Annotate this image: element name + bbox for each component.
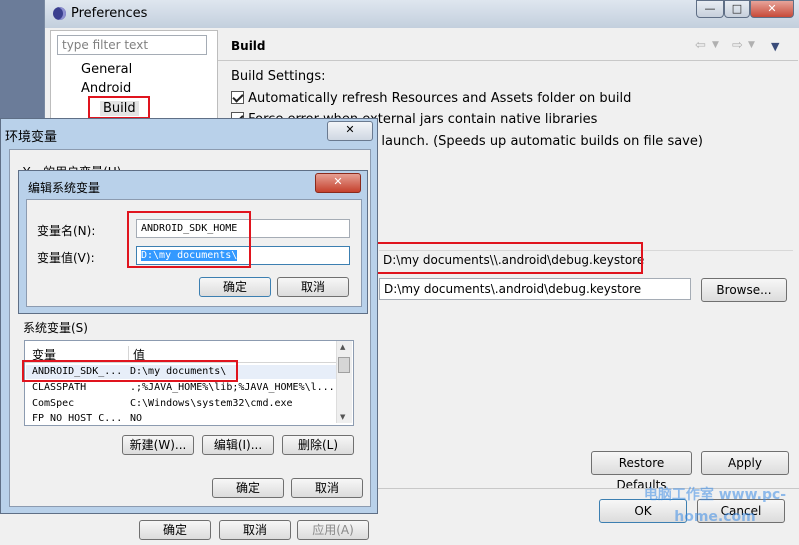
view-menu-icon[interactable]: ▼	[771, 40, 779, 53]
env-dialog-title: 环境变量	[5, 130, 58, 145]
custom-keystore-value: D:\my documents\.android\debug.keystore	[384, 282, 642, 296]
row-name: ANDROID_SDK_...	[32, 366, 123, 377]
close-button[interactable]: ✕	[750, 0, 794, 18]
tree-item-build[interactable]: Build	[100, 101, 139, 116]
default-keystore-value: D:\my documents\\.android\debug.keystore	[383, 253, 645, 267]
page-header	[218, 30, 798, 61]
row-value: .;%JAVA_HOME%\lib;%JAVA_HOME%\l...	[130, 382, 335, 393]
edit-dialog-title: 编辑系统变量	[28, 181, 101, 195]
option-refresh[interactable]: Automatically refresh Resources and Asse…	[231, 91, 631, 106]
scroll-thumb[interactable]	[338, 357, 350, 373]
table-row[interactable]: ANDROID_SDK_... D:\my documents\	[26, 365, 336, 379]
option-refresh-checkbox[interactable]	[231, 91, 244, 104]
tree-item-android[interactable]: Android	[81, 81, 131, 96]
tree-item-general[interactable]: General	[81, 62, 132, 77]
row-name: FP_NO_HOST_C...	[32, 413, 123, 423]
row-name: CLASSPATH	[32, 382, 87, 393]
back-arrow-icon[interactable]: ⇦	[695, 38, 706, 53]
filter-input[interactable]: type filter text	[57, 35, 207, 55]
name-label: 变量名(N):	[37, 224, 96, 238]
variable-value-selection: D:\my documents\	[141, 250, 238, 261]
list-scrollbar[interactable]: ▲ ▼	[336, 341, 352, 423]
back-menu-icon[interactable]: ▼	[712, 40, 719, 50]
env-cancel-button[interactable]: 取消	[291, 478, 363, 498]
preferences-title: Preferences	[71, 6, 148, 21]
watermark: 电脑工作室 www.pc-home.com	[643, 487, 787, 525]
variable-name-value: ANDROID_SDK_HOME	[141, 223, 238, 234]
edit-close-button[interactable]: ✕	[315, 173, 361, 193]
custom-keystore-input[interactable]: D:\my documents\.android\debug.keystore	[379, 278, 691, 300]
sysprops-ok-button[interactable]: 确定	[139, 520, 211, 540]
option-refresh-label: Automatically refresh Resources and Asse…	[248, 91, 632, 106]
build-settings-label: Build Settings:	[231, 69, 326, 84]
col-val-header[interactable]: 值	[128, 346, 145, 363]
eclipse-icon	[53, 7, 66, 20]
maximize-button[interactable]: □	[724, 0, 750, 18]
variable-value-input[interactable]: D:\my documents\	[136, 246, 350, 265]
forward-arrow-icon[interactable]: ⇨	[732, 38, 743, 53]
restore-defaults-button[interactable]: Restore Defaults	[591, 451, 692, 492]
sysprops-cancel-button[interactable]: 取消	[219, 520, 291, 540]
browse-button[interactable]: Browse...	[701, 278, 787, 302]
table-row[interactable]: CLASSPATH .;%JAVA_HOME%\lib;%JAVA_HOME%\…	[26, 381, 336, 395]
list-header-divider	[25, 362, 336, 363]
col-var-header[interactable]: 变量	[32, 346, 56, 363]
apply-button[interactable]: Apply	[701, 451, 789, 475]
table-row[interactable]: ComSpec C:\Windows\system32\cmd.exe	[26, 397, 336, 411]
forward-menu-icon[interactable]: ▼	[748, 40, 755, 50]
new-variable-button[interactable]: 新建(W)...	[122, 435, 194, 455]
preferences-titlebar	[45, 0, 799, 28]
row-value: NO	[130, 413, 143, 423]
sysprops-apply-button[interactable]: 应用(A)	[297, 520, 369, 540]
minimize-button[interactable]: —	[696, 0, 724, 18]
row-value: C:\Windows\system32\cmd.exe	[130, 398, 293, 409]
edit-ok-button[interactable]: 确定	[199, 277, 271, 297]
edit-variable-button[interactable]: 编辑(I)...	[202, 435, 274, 455]
delete-variable-button[interactable]: 删除(L)	[282, 435, 354, 455]
edit-dialog: 编辑系统变量 ✕ 变量名(N): ANDROID_SDK_HOME 变量值(V)…	[18, 170, 368, 314]
system-vars-label: 系统变量(S)	[23, 321, 88, 335]
variable-name-input[interactable]: ANDROID_SDK_HOME	[136, 219, 350, 238]
env-ok-button[interactable]: 确定	[212, 478, 284, 498]
value-label: 变量值(V):	[37, 251, 95, 265]
filter-placeholder: type filter text	[62, 38, 149, 52]
edit-cancel-button[interactable]: 取消	[277, 277, 349, 297]
row-name: ComSpec	[32, 398, 75, 409]
scroll-down-icon[interactable]: ▼	[340, 413, 345, 421]
env-close-button[interactable]: ✕	[327, 121, 373, 141]
table-row[interactable]: FP_NO_HOST_C... NO	[26, 412, 336, 423]
page-title: Build	[231, 39, 266, 53]
scroll-up-icon[interactable]: ▲	[340, 343, 345, 351]
row-value: D:\my documents\	[130, 366, 227, 377]
